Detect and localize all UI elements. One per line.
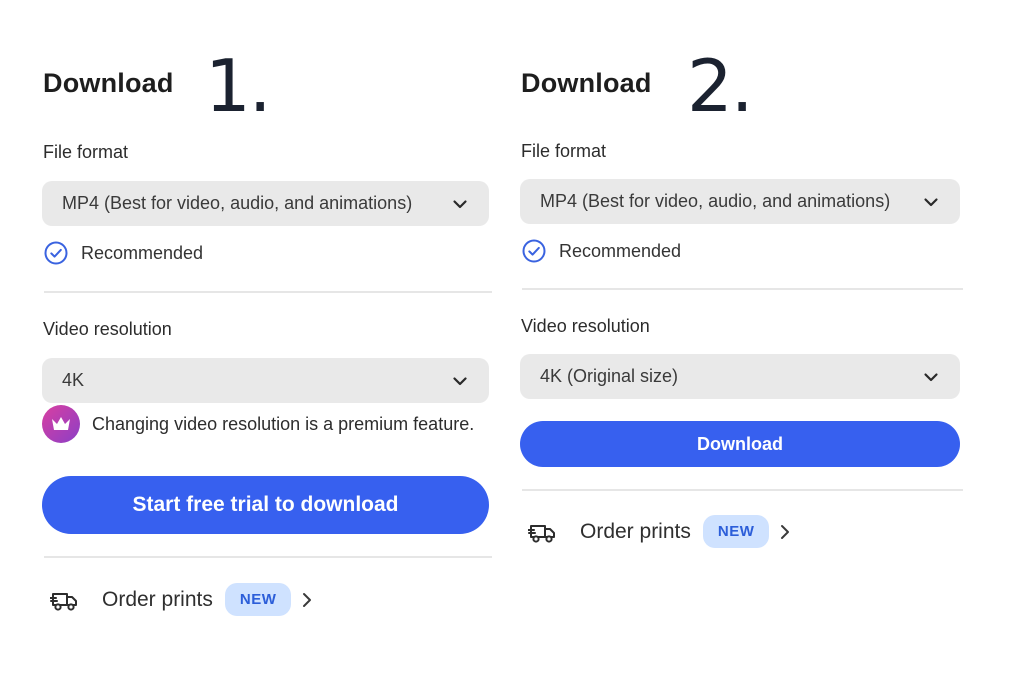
start-free-trial-button[interactable]: Start free trial to download [42,476,489,534]
divider [44,556,492,558]
new-badge: NEW [702,515,770,548]
video-resolution-value: 4K [62,370,85,390]
truck-icon [528,519,558,545]
recommended-note: Recommended [522,239,681,263]
order-prints-label: Order prints [580,519,691,543]
recommended-note: Recommended [44,241,203,265]
step-number: 1. [205,44,272,128]
truck-icon [50,587,80,613]
chevron-down-icon [451,372,469,390]
chevron-right-icon [299,591,315,609]
file-format-label: File format [521,141,607,161]
premium-notice: Changing video resolution is a premium f… [42,405,474,443]
video-resolution-label: Video resolution [43,319,172,339]
video-resolution-value: 4K (Original size) [540,366,679,386]
new-badge: NEW [224,583,292,616]
order-prints-link[interactable]: Order prints NEW [50,583,315,616]
video-resolution-dropdown[interactable]: 4K [42,358,489,403]
divider [522,288,963,290]
recommended-label: Recommended [81,242,204,263]
panel-title: Download [43,68,174,98]
chevron-right-icon [777,523,793,541]
step-number: 2. [687,44,754,128]
chevron-down-icon [451,195,469,213]
premium-notice-text: Changing video resolution is a premium f… [92,413,475,434]
divider [522,489,963,491]
crown-icon [42,405,80,443]
video-resolution-dropdown[interactable]: 4K (Original size) [520,354,960,399]
order-prints-link[interactable]: Order prints NEW [528,515,793,548]
check-circle-icon [522,239,546,263]
divider [44,291,492,293]
check-circle-icon [44,241,68,265]
video-resolution-label: Video resolution [521,316,650,336]
recommended-label: Recommended [559,240,682,261]
download-button[interactable]: Download [520,421,960,467]
order-prints-label: Order prints [102,587,213,611]
chevron-down-icon [922,368,940,386]
file-format-label: File format [43,142,129,162]
file-format-dropdown[interactable]: MP4 (Best for video, audio, and animatio… [42,181,489,226]
file-format-value: MP4 (Best for video, audio, and animatio… [540,191,891,211]
file-format-dropdown[interactable]: MP4 (Best for video, audio, and animatio… [520,179,960,224]
panel-title: Download [521,68,652,98]
chevron-down-icon [922,193,940,211]
file-format-value: MP4 (Best for video, audio, and animatio… [62,193,413,213]
